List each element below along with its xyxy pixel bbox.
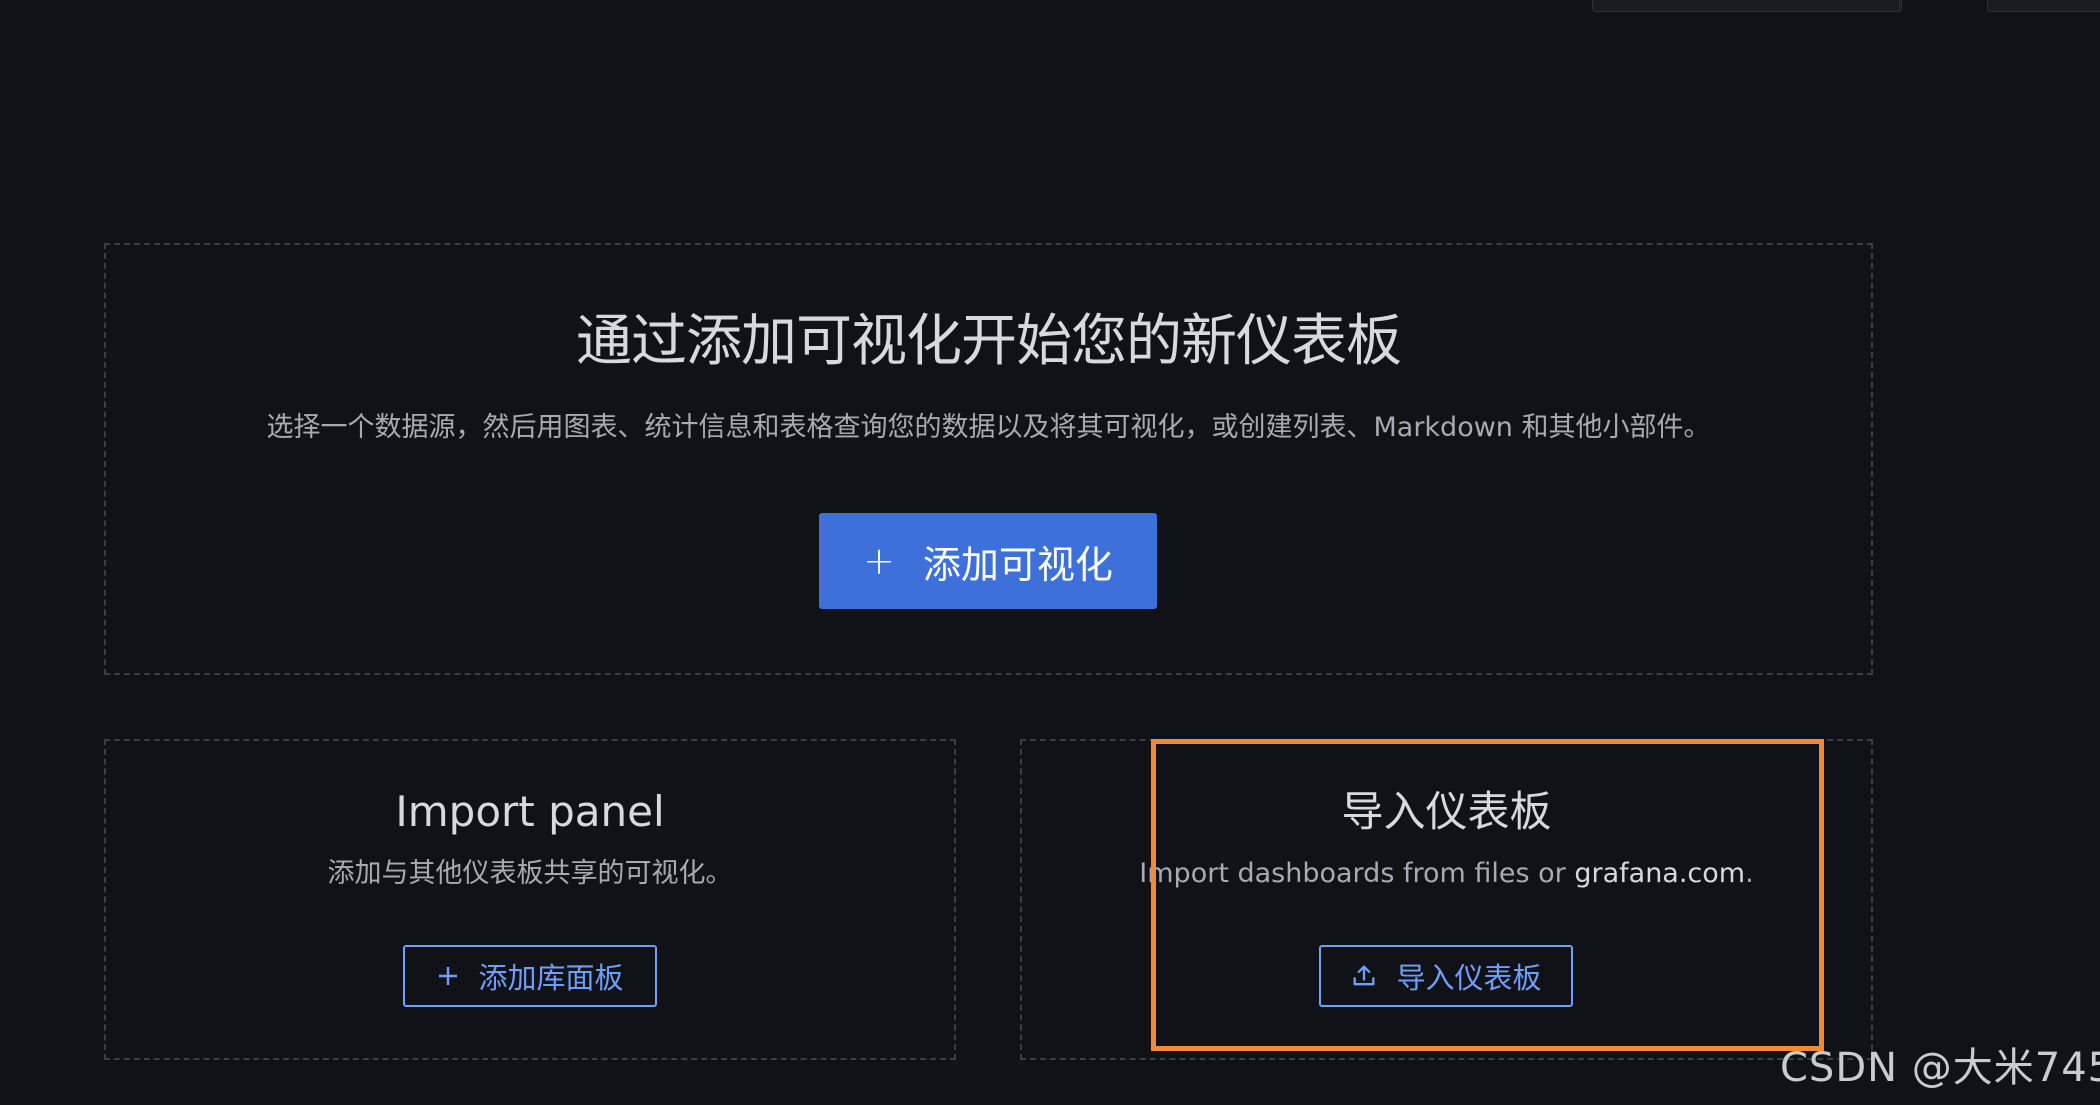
import-panel-title: Import panel xyxy=(395,787,665,836)
toolbar-button[interactable] xyxy=(1987,0,2100,12)
plus-icon xyxy=(436,964,460,988)
annotation-highlight-box xyxy=(1151,739,1824,1051)
import-panel-description: 添加与其他仪表板共享的可视化。 xyxy=(327,858,733,889)
dashboard-empty-page: 通过添加可视化开始您的新仪表板 选择一个数据源，然后用图表、统计信息和表格查询您… xyxy=(0,0,2100,1105)
add-visualization-button[interactable]: + 添加可视化 xyxy=(819,513,1157,609)
empty-state-title: 通过添加可视化开始您的新仪表板 xyxy=(576,309,1402,374)
toolbar-separator xyxy=(1899,0,1900,11)
csdn-watermark: CSDN @大米745 xyxy=(1780,1045,2100,1091)
add-library-panel-button[interactable]: 添加库面板 xyxy=(403,945,657,1007)
add-visualization-label: 添加可视化 xyxy=(922,542,1113,587)
empty-state-description: 选择一个数据源，然后用图表、统计信息和表格查询您的数据以及将其可视化，或创建列表… xyxy=(266,412,1711,443)
plus-icon: + xyxy=(863,539,895,583)
add-library-panel-label: 添加库面板 xyxy=(478,961,624,995)
toolbar-time-picker[interactable] xyxy=(1592,0,1902,12)
